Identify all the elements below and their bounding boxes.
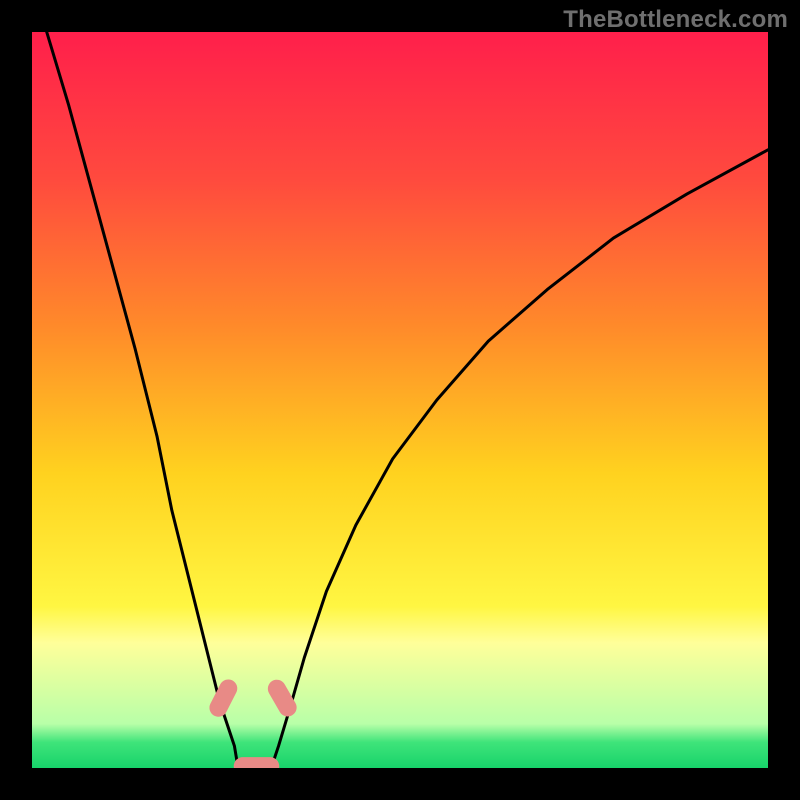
watermark-text: TheBottleneck.com [563,6,788,34]
marker-bottom [234,757,280,768]
outer-frame: TheBottleneck.com [0,0,800,800]
plot-area [32,32,768,768]
gradient-background [32,32,768,768]
chart-svg [32,32,768,768]
